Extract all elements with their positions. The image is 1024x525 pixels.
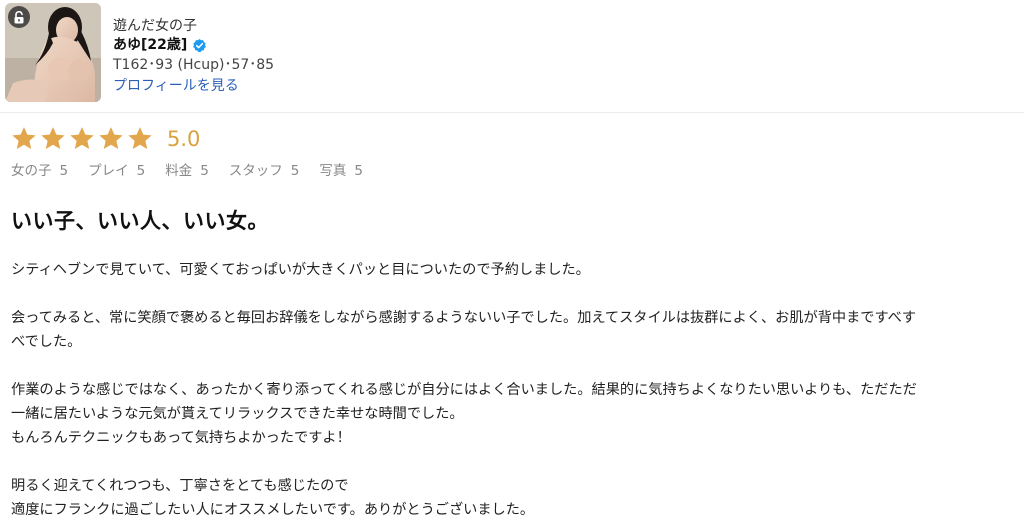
sub-rating-value: 5 — [200, 163, 209, 179]
view-profile-link[interactable]: プロフィールを見る — [113, 78, 239, 94]
sub-rating-price: 料金 5 — [165, 161, 209, 181]
sub-rating-label: スタッフ — [228, 163, 283, 179]
review-line: 会ってみると、常に笑顔で褒めると毎回お辞儀をしながら感謝するようないい子でした。… — [11, 310, 917, 326]
review-line: 適度にフランクに過ごしたい人にオススメしたいです。ありがとうございました。 — [11, 502, 535, 518]
review-page: 遊んだ女の子 あゆ[22歳] T162･93 (Hcup)･57･85 プロフィ… — [0, 0, 1024, 525]
sub-rating-value: 5 — [59, 163, 69, 179]
review-line: 明るく迎えてくれつつも、丁寧さをとても感じたので — [11, 478, 349, 494]
star-icon — [97, 125, 125, 153]
review-line: シティヘブンで見ていて、可愛くておっぱいが大きくパッと目についたので予約しました… — [11, 262, 590, 278]
cast-caption: 遊んだ女の子 — [113, 18, 197, 34]
sub-rating-play: プレイ 5 — [88, 161, 145, 181]
sub-rating-label: 料金 — [165, 163, 193, 179]
review-line: 作業のような感じではなく、あったかく寄り添ってくれる感じが自分にはよく合いました… — [11, 382, 917, 398]
sub-rating-label: 女の子 — [11, 163, 52, 179]
review-body: シティヘブンで見ていて、可愛くておっぱいが大きくパッと目についたので予約しました… — [11, 258, 1015, 522]
sub-rating-girl: 女の子 5 — [11, 161, 68, 181]
unlock-icon — [8, 6, 30, 28]
cast-card: 遊んだ女の子 あゆ[22歳] T162･93 (Hcup)･57･85 プロフィ… — [0, 0, 1024, 113]
review-line: べでした。 — [11, 334, 82, 350]
sub-rating-value: 5 — [136, 163, 146, 179]
sub-rating-photo: 写真 5 — [319, 161, 363, 181]
review-line: もんろんテクニックもあって気持ちよかったですよ！ — [11, 430, 351, 446]
star-icon — [10, 125, 38, 153]
sub-rating-value: 5 — [290, 163, 300, 179]
sub-rating-label: 写真 — [319, 163, 347, 179]
star-icon — [39, 125, 67, 153]
rating-score: 5.0 — [167, 127, 201, 151]
verified-badge-icon — [192, 38, 207, 53]
sub-rating-value: 5 — [354, 163, 363, 179]
cast-photo[interactable] — [5, 3, 101, 102]
sub-ratings: 女の子 5 プレイ 5 料金 5 スタッフ 5 写真 5 — [11, 161, 383, 181]
cast-spec: T162･93 (Hcup)･57･85 — [113, 57, 275, 73]
overall-rating: 5.0 — [10, 124, 200, 154]
star-icon — [68, 125, 96, 153]
cast-name-row: あゆ[22歳] — [113, 36, 274, 55]
cast-info: 遊んだ女の子 あゆ[22歳] T162･93 (Hcup)･57･85 プロフィ… — [113, 16, 274, 96]
review-line: 一緒に居たいような元気が貰えてリラックスできた幸せな時間でした。 — [11, 406, 464, 422]
review-title: いい子、いい人、いい女。 — [11, 209, 269, 233]
sub-rating-staff: スタッフ 5 — [229, 161, 300, 181]
cast-name: あゆ[22歳] — [113, 37, 188, 53]
sub-rating-label: プレイ — [88, 163, 129, 179]
star-icon — [126, 125, 154, 153]
